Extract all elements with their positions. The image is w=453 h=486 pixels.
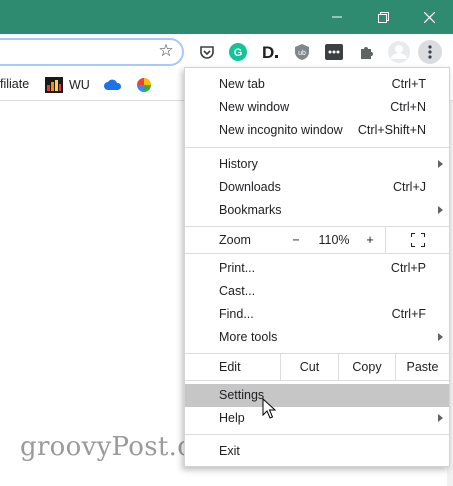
minimize-icon	[332, 16, 342, 18]
menu-label: Help	[219, 411, 245, 425]
pocket-icon[interactable]	[197, 42, 217, 62]
dots-extension-icon[interactable]	[324, 42, 344, 62]
svg-text:G: G	[234, 47, 243, 59]
zoom-level: 110%	[313, 227, 355, 253]
pinwheel-icon	[137, 78, 151, 92]
menu-label: New incognito window	[219, 123, 343, 137]
menu-item-downloads[interactable]: Downloads Ctrl+J	[185, 176, 449, 199]
menu-label: More tools	[219, 330, 278, 344]
submenu-arrow-icon	[438, 206, 443, 214]
ublock-icon[interactable]: ub	[292, 42, 312, 62]
menu-label: Bookmarks	[219, 203, 282, 217]
menu-item-find[interactable]: Find... Ctrl+F	[185, 303, 449, 326]
svg-text:D: D	[262, 43, 274, 61]
menu-shortcut: Ctrl+T	[391, 77, 426, 91]
submenu-arrow-icon	[438, 414, 443, 422]
menu-label: New tab	[219, 77, 265, 91]
fullscreen-icon	[410, 233, 425, 247]
kebab-menu-button[interactable]	[418, 40, 442, 64]
menu-label: Edit	[219, 360, 241, 374]
menu-row-edit: Edit Cut Copy Paste	[185, 354, 449, 380]
toolbar: ☆ G D ub	[0, 34, 453, 70]
zoom-in-button[interactable]: +	[355, 227, 385, 253]
menu-label: Zoom	[219, 233, 251, 247]
menu-shortcut: Ctrl+F	[391, 307, 426, 321]
zoom-in-label: +	[366, 233, 374, 247]
menu-item-bookmarks[interactable]: Bookmarks	[185, 199, 449, 222]
title-bar	[0, 0, 453, 34]
menu-shortcut: Ctrl+N	[390, 100, 426, 114]
dashlane-icon[interactable]: D	[260, 42, 280, 62]
menu-label: Find...	[219, 307, 254, 321]
menu-item-new-tab[interactable]: New tab Ctrl+T	[185, 73, 449, 96]
avatar[interactable]	[388, 41, 410, 63]
menu-label: Print...	[219, 261, 256, 275]
menu-label: Settings	[219, 388, 265, 402]
menu-divider	[185, 147, 449, 148]
copy-button[interactable]: Copy	[338, 354, 395, 380]
bookmark-photos[interactable]	[137, 78, 151, 92]
submenu-arrow-icon	[438, 333, 443, 341]
mouse-cursor-icon	[262, 398, 276, 419]
menu-label: New window	[219, 100, 290, 114]
copy-label: Copy	[352, 360, 382, 374]
menu-item-exit[interactable]: Exit	[185, 440, 449, 463]
chrome-menu: New tab Ctrl+T New window Ctrl+N New inc…	[184, 67, 450, 467]
close-button[interactable]	[406, 0, 452, 34]
menu-item-new-window[interactable]: New window Ctrl+N	[185, 96, 449, 119]
paste-button[interactable]: Paste	[395, 354, 449, 380]
grammarly-icon[interactable]: G	[228, 42, 248, 62]
cut-label: Cut	[299, 360, 320, 374]
restore-button[interactable]	[360, 0, 406, 34]
bookmark-label: filiate	[0, 77, 30, 91]
paste-label: Paste	[406, 360, 439, 374]
wu-logo-icon	[45, 77, 63, 93]
menu-label: Downloads	[219, 180, 281, 194]
menu-item-cast[interactable]: Cast...	[185, 280, 449, 303]
menu-item-history[interactable]: History	[185, 153, 449, 176]
star-icon[interactable]: ☆	[157, 41, 175, 60]
menu-item-more-tools[interactable]: More tools	[185, 326, 449, 349]
restore-icon	[377, 11, 389, 23]
menu-divider	[185, 253, 449, 254]
menu-item-settings[interactable]: Settings	[185, 384, 449, 407]
menu-divider	[185, 434, 449, 435]
cloud-icon	[104, 79, 122, 90]
submenu-arrow-icon	[438, 160, 443, 168]
zoom-out-label: −	[292, 233, 300, 247]
menu-item-help[interactable]: Help	[185, 407, 449, 430]
bookmark-onedrive[interactable]	[104, 79, 122, 90]
fullscreen-button[interactable]	[385, 227, 449, 253]
menu-label: Cast...	[219, 284, 256, 298]
cut-button[interactable]: Cut	[280, 354, 338, 380]
menu-label: Exit	[219, 444, 240, 458]
menu-row-zoom: Zoom − 110% +	[185, 227, 449, 253]
menu-shortcut: Ctrl+J	[393, 180, 426, 194]
zoom-out-button[interactable]: −	[281, 227, 311, 253]
menu-item-new-incognito[interactable]: New incognito window Ctrl+Shift+N	[185, 119, 449, 142]
menu-label: History	[219, 157, 258, 171]
kebab-menu-icon	[428, 45, 432, 59]
menu-item-print[interactable]: Print... Ctrl+P	[185, 257, 449, 280]
zoom-value: 110%	[318, 233, 350, 247]
bookmark-wu[interactable]: WU	[45, 77, 90, 93]
minimize-button[interactable]	[314, 0, 360, 34]
menu-divider	[185, 380, 449, 381]
bookmark-label: WU	[69, 78, 90, 92]
menu-shortcut: Ctrl+Shift+N	[357, 123, 426, 137]
bookmark-affiliate[interactable]: filiate	[0, 77, 29, 91]
svg-text:ub: ub	[298, 50, 306, 57]
puzzle-icon[interactable]	[356, 42, 376, 62]
close-icon	[423, 11, 435, 23]
menu-shortcut: Ctrl+P	[390, 261, 426, 275]
